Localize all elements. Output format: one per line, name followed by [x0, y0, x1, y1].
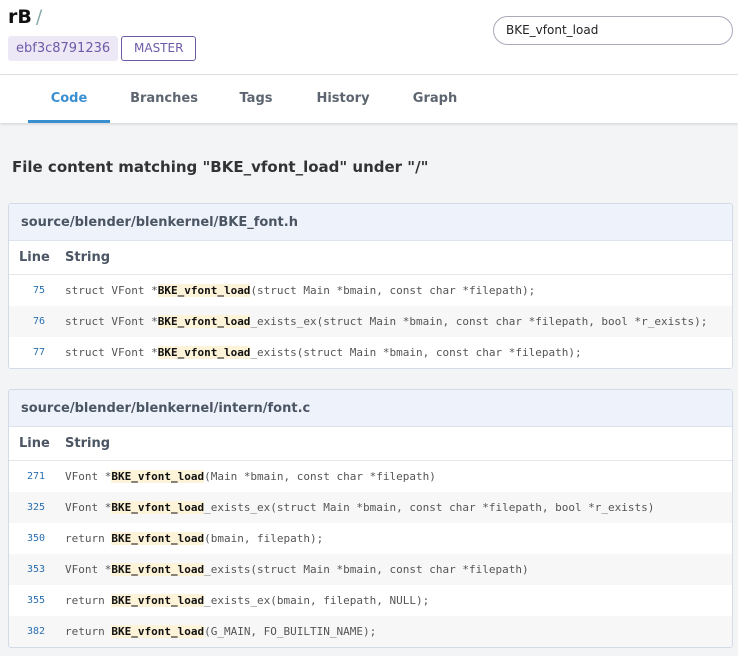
code-string: return BKE_vfont_load(bmain, filepath);	[65, 523, 323, 554]
table-row: 76 struct VFont *BKE_vfont_load_exists_ex…	[9, 306, 732, 337]
code-string: struct VFont *BKE_vfont_load_exists_ex(s…	[65, 306, 707, 337]
code-prefix: struct VFont *	[65, 315, 158, 328]
code-suffix: (bmain, filepath);	[204, 532, 324, 545]
line-number-link[interactable]: 75	[9, 275, 45, 306]
match-highlight: BKE_vfont_load	[111, 501, 205, 514]
match-highlight: BKE_vfont_load	[111, 563, 205, 576]
match-highlight: BKE_vfont_load	[111, 532, 205, 545]
match-highlight: BKE_vfont_load	[157, 284, 251, 297]
code-prefix: return	[65, 532, 112, 545]
code-suffix: (struct Main *bmain, const char *filepat…	[250, 284, 536, 297]
code-suffix: (G_MAIN, FO_BUILTIN_NAME);	[204, 625, 377, 638]
match-highlight: BKE_vfont_load	[111, 625, 205, 638]
code-string: return BKE_vfont_load_exists_ex(bmain, f…	[65, 585, 429, 616]
code-prefix: struct VFont *	[65, 284, 158, 297]
repo-title: rB /	[8, 6, 42, 28]
column-string: String	[65, 250, 111, 265]
tab-code[interactable]: Code	[28, 75, 110, 123]
result-panel: source/blender/blenkernel/BKE_font.h Lin…	[8, 203, 733, 369]
file-path-link[interactable]: source/blender/blenkernel/intern/font.c	[9, 390, 732, 427]
code-string: VFont *BKE_vfont_load_exists_ex(struct M…	[65, 492, 654, 523]
path-separator: /	[35, 6, 43, 28]
line-number-link[interactable]: 77	[9, 337, 45, 368]
tab-branches[interactable]: Branches	[122, 75, 206, 123]
column-line: Line	[19, 436, 50, 451]
repo-name[interactable]: rB	[8, 6, 32, 28]
repo-header: rB / ebf3c8791236 MASTER BKE_vfont_load	[0, 0, 738, 75]
branch-badge[interactable]: MASTER	[121, 36, 197, 61]
column-headers: Line String	[9, 427, 732, 461]
code-prefix: return	[65, 625, 112, 638]
table-row: 353 VFont *BKE_vfont_load_exists(struct M…	[9, 554, 732, 585]
result-panel: source/blender/blenkernel/intern/font.c …	[8, 389, 733, 648]
code-suffix: _exists_ex(struct Main *bmain, const cha…	[250, 315, 708, 328]
table-row: 75 struct VFont *BKE_vfont_load(struct Ma…	[9, 275, 732, 306]
column-line: Line	[19, 250, 50, 265]
tab-history[interactable]: History	[305, 75, 381, 123]
line-number-link[interactable]: 350	[9, 523, 45, 554]
table-row: 271 VFont *BKE_vfont_load(Main *bmain, co…	[9, 461, 732, 492]
code-prefix: return	[65, 594, 112, 607]
code-string: VFont *BKE_vfont_load(Main *bmain, const…	[65, 461, 436, 492]
code-prefix: VFont *	[65, 563, 112, 576]
line-number-link[interactable]: 76	[9, 306, 45, 337]
match-highlight: BKE_vfont_load	[157, 315, 251, 328]
code-prefix: VFont *	[65, 470, 112, 483]
tab-tags[interactable]: Tags	[226, 75, 286, 123]
code-prefix: VFont *	[65, 501, 112, 514]
code-suffix: _exists_ex(struct Main *bmain, const cha…	[204, 501, 655, 514]
code-suffix: _exists(struct Main *bmain, const char *…	[250, 346, 582, 359]
line-number-link[interactable]: 355	[9, 585, 45, 616]
line-number-link[interactable]: 382	[9, 616, 45, 647]
match-highlight: BKE_vfont_load	[111, 470, 205, 483]
page-title: File content matching "BKE_vfont_load" u…	[12, 158, 429, 176]
code-suffix: _exists(struct Main *bmain, const char *…	[204, 563, 529, 576]
tab-bar: Code Branches Tags History Graph	[0, 75, 738, 123]
search-input[interactable]: BKE_vfont_load	[493, 16, 733, 45]
code-suffix: (Main *bmain, const char *filepath)	[204, 470, 436, 483]
code-string: struct VFont *BKE_vfont_load(struct Main…	[65, 275, 535, 306]
line-number-link[interactable]: 353	[9, 554, 45, 585]
file-path-link[interactable]: source/blender/blenkernel/BKE_font.h	[9, 204, 732, 241]
table-row: 325 VFont *BKE_vfont_load_exists_ex(struc…	[9, 492, 732, 523]
match-highlight: BKE_vfont_load	[157, 346, 251, 359]
code-string: return BKE_vfont_load(G_MAIN, FO_BUILTIN…	[65, 616, 376, 647]
match-highlight: BKE_vfont_load	[111, 594, 205, 607]
tab-graph[interactable]: Graph	[400, 75, 470, 123]
code-prefix: struct VFont *	[65, 346, 158, 359]
table-row: 355 return BKE_vfont_load_exists_ex(bmain…	[9, 585, 732, 616]
column-string: String	[65, 436, 111, 451]
line-number-link[interactable]: 271	[9, 461, 45, 492]
table-row: 77 struct VFont *BKE_vfont_load_exists(st…	[9, 337, 732, 368]
commit-badge[interactable]: ebf3c8791236	[8, 36, 119, 61]
code-string: VFont *BKE_vfont_load_exists(struct Main…	[65, 554, 529, 585]
table-row: 382 return BKE_vfont_load(G_MAIN, FO_BUIL…	[9, 616, 732, 647]
line-number-link[interactable]: 325	[9, 492, 45, 523]
table-row: 350 return BKE_vfont_load(bmain, filepath…	[9, 523, 732, 554]
column-headers: Line String	[9, 241, 732, 275]
code-string: struct VFont *BKE_vfont_load_exists(stru…	[65, 337, 582, 368]
code-suffix: _exists_ex(bmain, filepath, NULL);	[204, 594, 430, 607]
